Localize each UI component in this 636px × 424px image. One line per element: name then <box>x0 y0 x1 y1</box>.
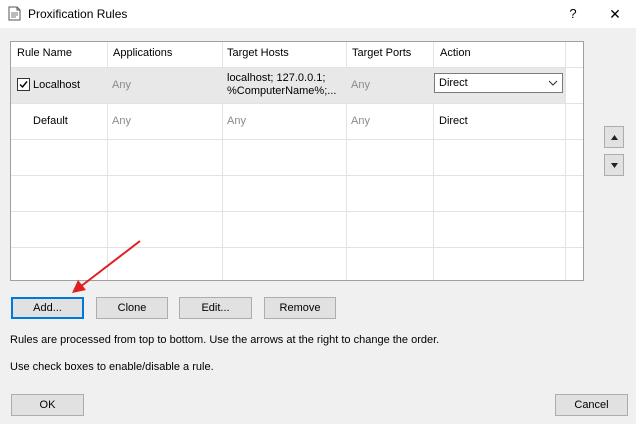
column-header-rule-name[interactable]: Rule Name <box>17 47 72 59</box>
target-ports-value: Any <box>351 115 370 127</box>
help-button[interactable]: ? <box>562 3 584 25</box>
target-ports-value: Any <box>351 79 370 91</box>
row-divider <box>11 247 583 248</box>
rules-table[interactable]: Rule Name Applications Target Hosts Targ… <box>10 41 584 281</box>
column-header-action[interactable]: Action <box>440 47 471 59</box>
info-order-text: Rules are processed from top to bottom. … <box>10 334 440 346</box>
cancel-button[interactable]: Cancel <box>555 394 628 416</box>
action-value: Direct <box>439 115 468 127</box>
rule-name: Localhost <box>33 79 81 91</box>
add-button[interactable]: Add... <box>11 297 84 319</box>
column-header-target-hosts[interactable]: Target Hosts <box>227 47 289 59</box>
action-dropdown[interactable]: Direct <box>434 73 563 93</box>
target-hosts-value: Any <box>227 115 246 127</box>
title-bar: Proxification Rules ? ✕ <box>0 0 636 28</box>
app-document-icon <box>8 6 21 21</box>
remove-button[interactable]: Remove <box>264 297 336 319</box>
action-selected-value: Direct <box>439 77 468 89</box>
row-divider <box>11 175 583 176</box>
edit-button[interactable]: Edit... <box>179 297 252 319</box>
row-divider <box>11 139 583 140</box>
triangle-down-icon <box>611 163 618 168</box>
close-button[interactable]: ✕ <box>604 3 626 25</box>
window-title: Proxification Rules <box>28 7 128 21</box>
column-header-applications[interactable]: Applications <box>113 47 172 59</box>
applications-value: Any <box>112 115 131 127</box>
checkmark-icon <box>19 81 28 89</box>
info-checkbox-text: Use check boxes to enable/disable a rule… <box>10 361 214 373</box>
move-up-button[interactable] <box>604 126 624 148</box>
column-header-target-ports[interactable]: Target Ports <box>352 47 411 59</box>
rule-name[interactable]: Default <box>33 115 68 127</box>
target-hosts-line2: %ComputerName%;... <box>227 85 337 97</box>
enable-checkbox-localhost[interactable] <box>17 78 30 91</box>
applications-value: Any <box>112 79 131 91</box>
clone-button[interactable]: Clone <box>96 297 168 319</box>
triangle-up-icon <box>611 135 618 140</box>
target-hosts-line1: localhost; 127.0.0.1; <box>227 72 326 84</box>
ok-button[interactable]: OK <box>11 394 84 416</box>
column-divider <box>565 42 566 280</box>
row-divider <box>11 211 583 212</box>
row-divider <box>11 103 583 104</box>
chevron-down-icon <box>548 80 558 86</box>
move-down-button[interactable] <box>604 154 624 176</box>
